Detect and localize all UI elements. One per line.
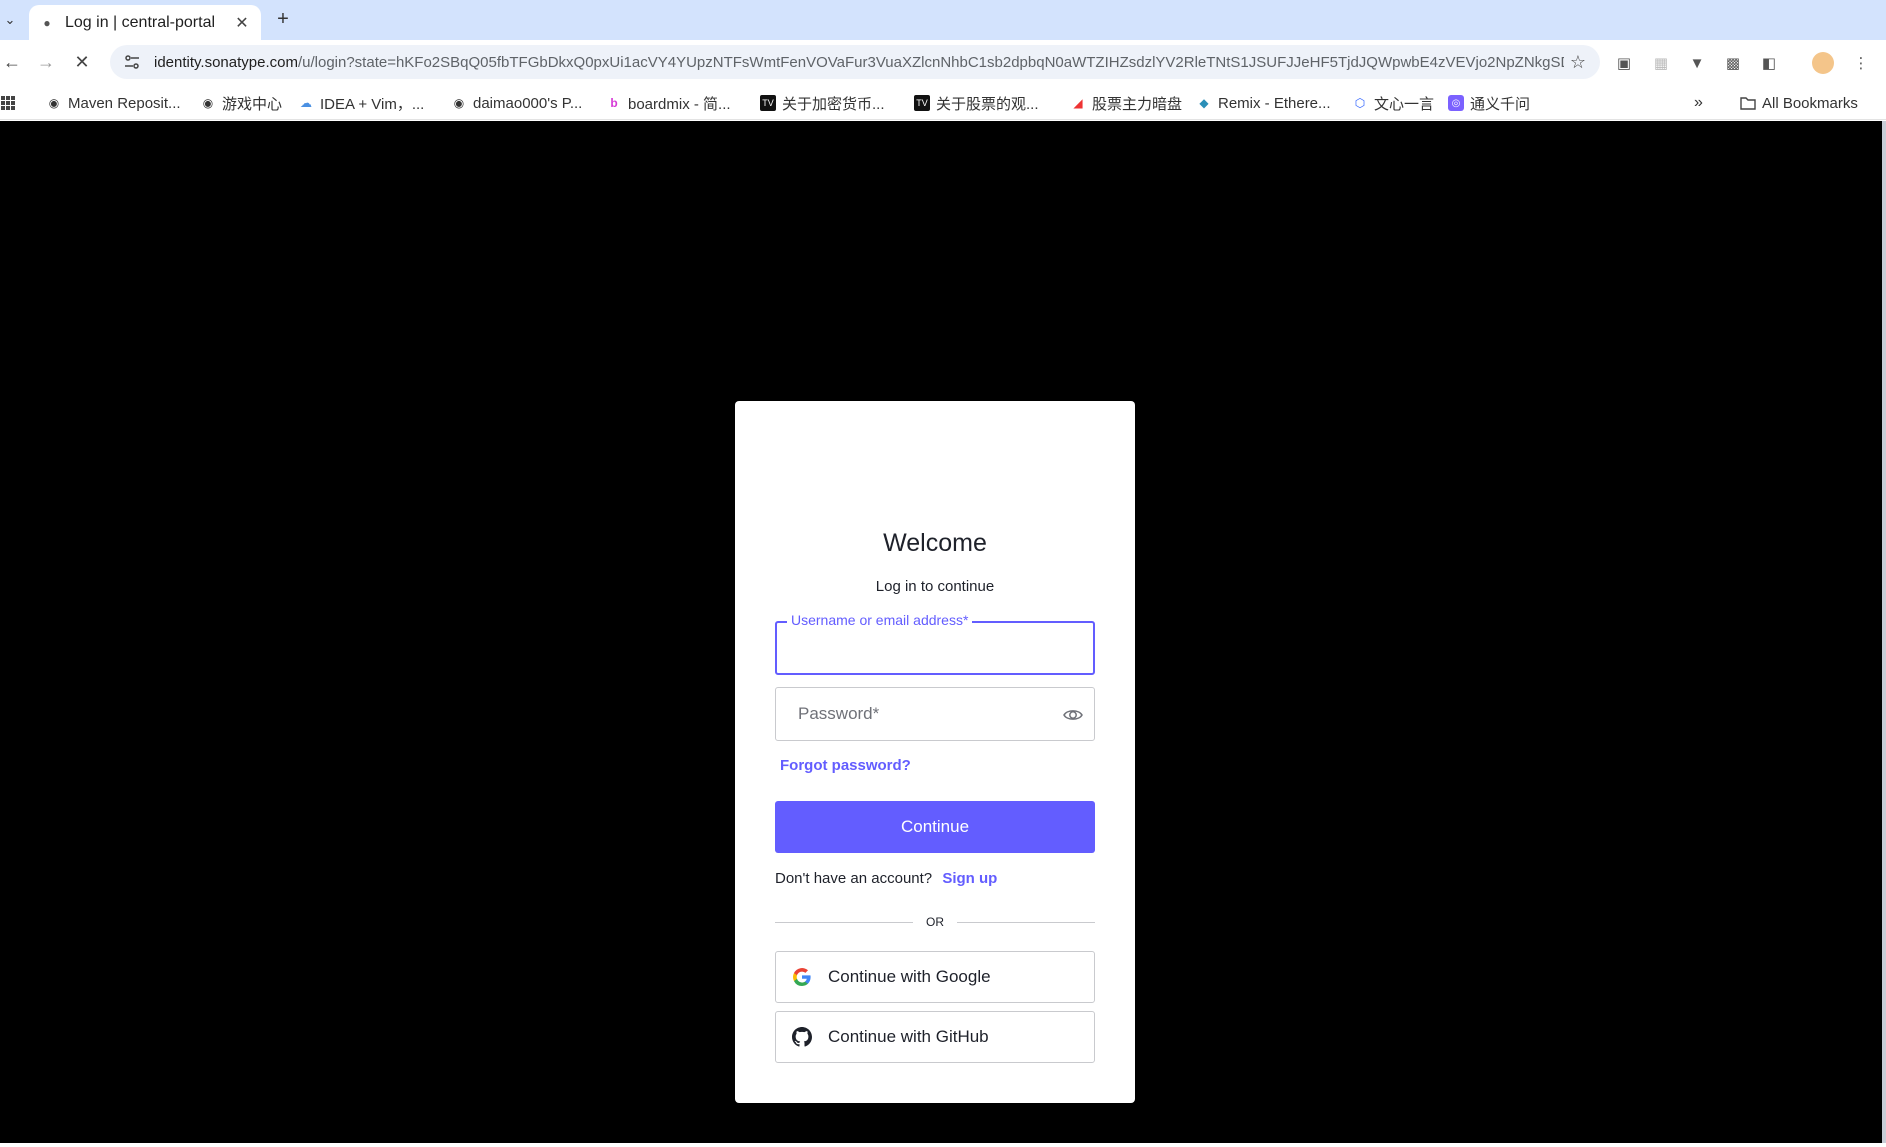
bookmark-item[interactable]: TV 关于股票的观... bbox=[914, 92, 1039, 114]
close-icon[interactable]: ✕ bbox=[233, 13, 251, 33]
tv-icon: TV bbox=[760, 95, 776, 111]
loading-icon: ● bbox=[43, 16, 51, 30]
stop-icon[interactable]: ✕ bbox=[70, 50, 94, 74]
cloud-icon: ☁ bbox=[300, 96, 312, 110]
bookmark-item[interactable]: ◉ daimao000's P... bbox=[451, 92, 583, 114]
github-login-button[interactable]: Continue with GitHub bbox=[775, 1011, 1095, 1063]
browser-tab[interactable]: ● Log in | central-portal ✕ bbox=[29, 5, 261, 41]
bookmark-label: 关于加密货币... bbox=[782, 95, 885, 113]
tab-strip: ⌄ ● Log in | central-portal ✕ + bbox=[0, 0, 1886, 41]
url-text: identity.sonatype.com/u/login?state=hKFo… bbox=[154, 54, 1564, 71]
page-title: Welcome bbox=[883, 529, 987, 557]
google-login-label: Continue with Google bbox=[828, 967, 991, 986]
extension-tab-icon[interactable]: ▣ bbox=[1613, 52, 1635, 74]
bookmarks-bar: ◉ Maven Reposit... ◉ 游戏中心 ☁ IDEA + Vim，... … bbox=[0, 84, 1886, 120]
bookmark-label: 股票主力暗盘 bbox=[1092, 95, 1183, 113]
signup-link[interactable]: Sign up bbox=[942, 870, 997, 887]
url-path: /u/login?state=hKFo2SBqQ05fbTFGbDkxQ0pxU… bbox=[297, 53, 1564, 71]
cube-icon: ⬡ bbox=[1354, 96, 1366, 110]
github-icon bbox=[792, 1027, 812, 1047]
site-info-icon[interactable] bbox=[122, 52, 142, 72]
password-field[interactable]: Password* bbox=[775, 687, 1095, 741]
bookmark-label: IDEA + Vim，... bbox=[320, 95, 425, 113]
signup-row: Don't have an account? Sign up bbox=[775, 870, 997, 887]
extension-qr-icon[interactable]: ▩ bbox=[1722, 52, 1744, 74]
menu-kebab-icon[interactable]: ⋮ bbox=[1850, 52, 1872, 74]
username-field[interactable]: Username or email address* bbox=[775, 612, 1095, 675]
page-subtitle: Log in to continue bbox=[875, 578, 995, 595]
github-icon: ◉ bbox=[453, 96, 465, 110]
bookmark-label: 游戏中心 bbox=[222, 95, 283, 113]
browser-toolbar: ← → ✕ identity.sonatype.com/u/login?stat… bbox=[0, 40, 1886, 84]
or-divider: OR bbox=[775, 913, 1095, 933]
bookmark-item[interactable]: TV 关于加密货币... bbox=[760, 92, 885, 114]
apps-grid-icon[interactable] bbox=[0, 92, 16, 114]
bookmark-item[interactable]: ◉ 游戏中心 bbox=[200, 92, 282, 114]
tab-search-icon[interactable]: ⌄ bbox=[0, 8, 20, 32]
bookmark-item[interactable]: ◢ 股票主力暗盘 bbox=[1070, 92, 1182, 114]
bookmark-label: 通义千问 bbox=[1470, 95, 1531, 113]
boardmix-icon: b bbox=[610, 96, 618, 110]
tongyi-icon: ◎ bbox=[1448, 95, 1464, 111]
tab-title: Log in | central-portal bbox=[65, 14, 216, 31]
bookmark-item[interactable]: ☁ IDEA + Vim，... bbox=[298, 92, 424, 114]
forgot-password-link[interactable]: Forgot password? bbox=[780, 757, 911, 774]
folder-icon bbox=[1740, 95, 1756, 111]
profile-avatar[interactable] bbox=[1812, 52, 1834, 74]
chart-icon: ◢ bbox=[1073, 96, 1083, 110]
tv-icon: TV bbox=[914, 95, 930, 111]
all-bookmarks-button[interactable]: All Bookmarks bbox=[1740, 92, 1858, 114]
google-icon bbox=[792, 967, 812, 987]
divider-line bbox=[957, 922, 1095, 923]
bookmark-label: Remix - Ethere... bbox=[1218, 94, 1331, 112]
login-card: Welcome Log in to continue Username or e… bbox=[735, 401, 1135, 1103]
back-icon[interactable]: ← bbox=[0, 50, 24, 74]
password-placeholder: Password* bbox=[798, 704, 880, 723]
bookmark-item[interactable]: ◎ 通义千问 bbox=[1448, 92, 1530, 114]
window-edge bbox=[1882, 121, 1886, 1143]
forward-icon[interactable]: → bbox=[34, 50, 58, 74]
github-login-label: Continue with GitHub bbox=[828, 1027, 989, 1046]
extension-v-icon[interactable]: ▼ bbox=[1686, 52, 1708, 74]
bookmark-label: 文心一言 bbox=[1374, 95, 1435, 113]
bookmark-label: 关于股票的观... bbox=[936, 95, 1039, 113]
username-input[interactable] bbox=[791, 633, 1061, 663]
bookmark-label: Maven Reposit... bbox=[68, 94, 181, 112]
remix-icon: ◆ bbox=[1199, 96, 1209, 110]
new-tab-icon[interactable]: + bbox=[272, 8, 294, 31]
bookmark-label: boardmix - 简... bbox=[628, 95, 731, 113]
bookmark-item[interactable]: b boardmix - 简... bbox=[606, 92, 731, 114]
bookmarks-overflow-icon[interactable]: » bbox=[1694, 92, 1703, 114]
extensions-puzzle-icon[interactable]: ◧ bbox=[1758, 52, 1780, 74]
address-bar[interactable]: identity.sonatype.com/u/login?state=hKFo… bbox=[110, 45, 1600, 79]
google-login-button[interactable]: Continue with Google bbox=[775, 951, 1095, 1003]
bookmark-label: daimao000's P... bbox=[473, 94, 583, 112]
bookmark-item[interactable]: ◉ Maven Reposit... bbox=[46, 92, 181, 114]
no-account-text: Don't have an account? bbox=[775, 870, 933, 887]
all-bookmarks-label: All Bookmarks bbox=[1762, 94, 1858, 112]
globe-icon: ◉ bbox=[48, 96, 60, 110]
bookmark-item[interactable]: ◆ Remix - Ethere... bbox=[1196, 92, 1331, 114]
url-host: identity.sonatype.com bbox=[154, 53, 298, 71]
page-background: Welcome Log in to continue Username or e… bbox=[0, 121, 1886, 1143]
username-label: Username or email address* bbox=[787, 612, 973, 628]
bookmark-item[interactable]: ⬡ 文心一言 bbox=[1352, 92, 1434, 114]
globe-icon: ◉ bbox=[202, 96, 214, 110]
extension-grid-icon[interactable]: ▦ bbox=[1650, 52, 1672, 74]
bookmark-star-icon[interactable]: ☆ bbox=[1564, 52, 1592, 73]
show-password-icon[interactable] bbox=[1062, 704, 1084, 726]
continue-button[interactable]: Continue bbox=[775, 801, 1095, 853]
